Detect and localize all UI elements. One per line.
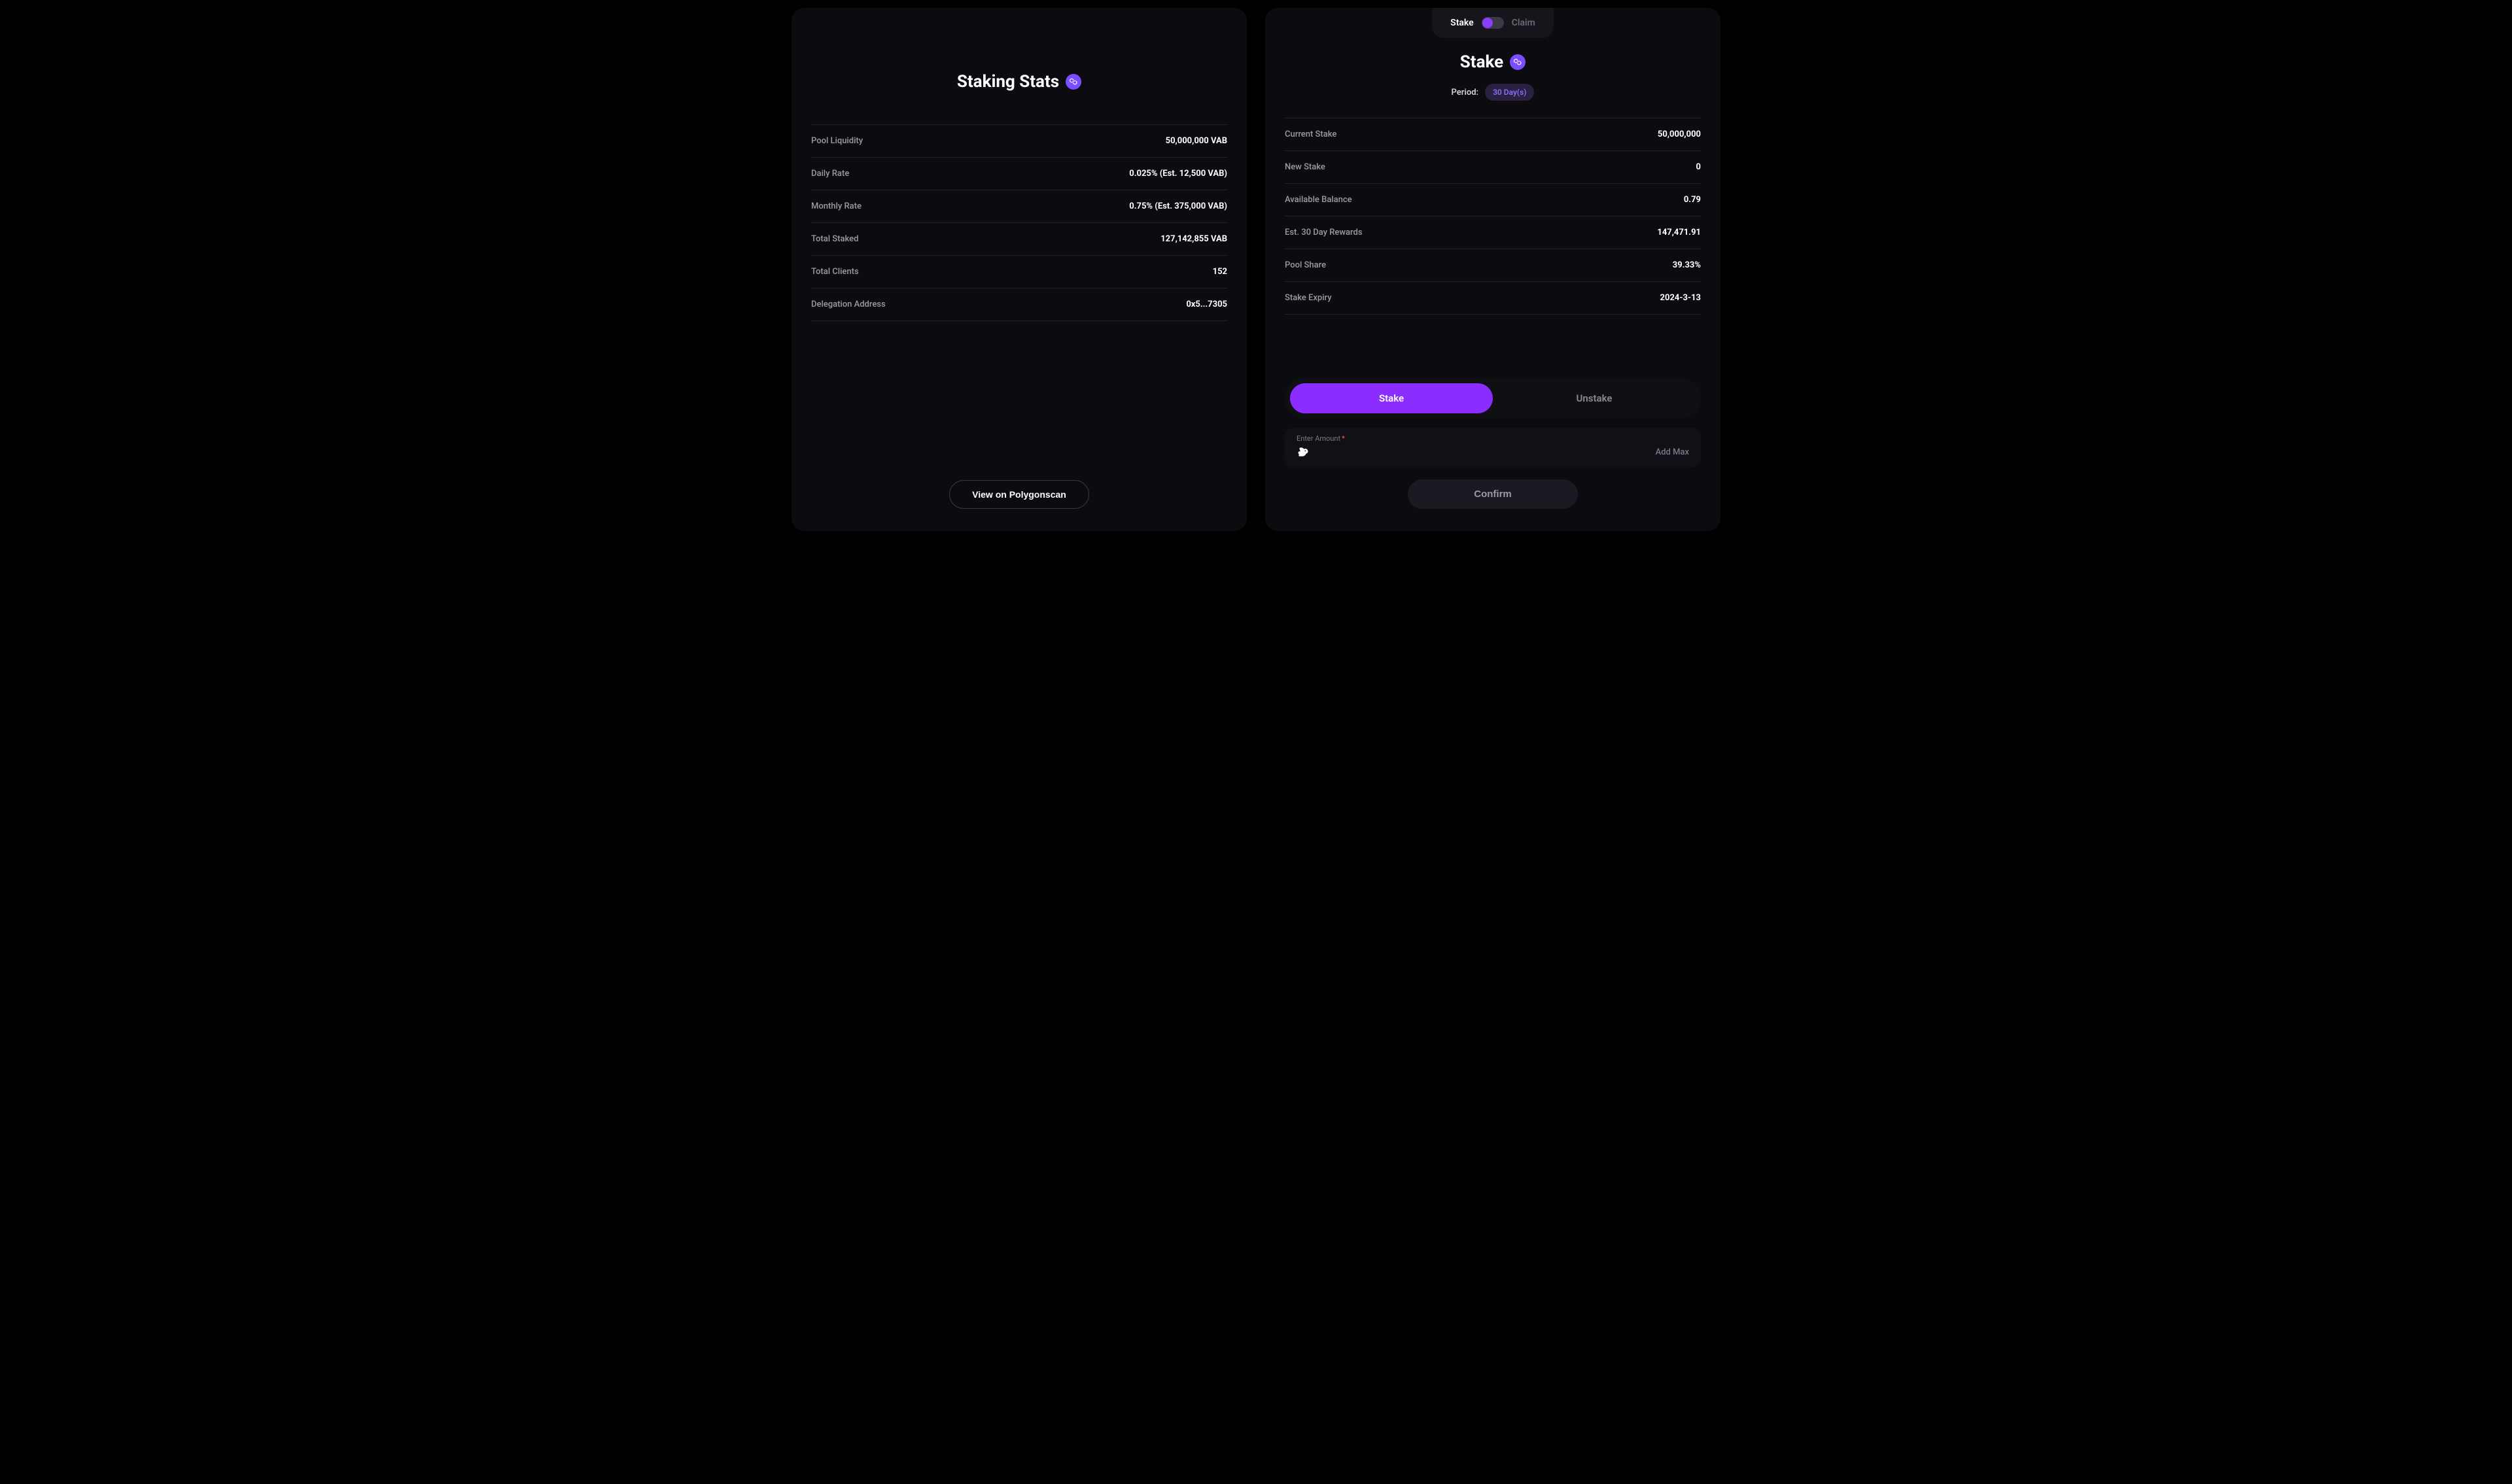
staking-stats-header: Staking Stats <box>811 72 1227 92</box>
stat-label: Delegation Address <box>811 300 886 309</box>
period-row: Period: 30 Day(s) <box>1285 84 1701 101</box>
stat-label: Stake Expiry <box>1285 293 1332 303</box>
stat-value: 2024-3-13 <box>1660 293 1701 303</box>
stat-value: 0 <box>1696 162 1701 172</box>
stat-label: Daily Rate <box>811 169 849 179</box>
stat-row: Total Clients 152 <box>811 256 1227 288</box>
toggle-switch[interactable] <box>1482 17 1504 29</box>
toggle-stake-label[interactable]: Stake <box>1450 18 1474 28</box>
stats-list: Pool Liquidity 50,000,000 VAB Daily Rate 0.… <box>811 125 1227 321</box>
amount-input-label: Enter Amount* <box>1297 434 1689 443</box>
stat-row: New Stake 0 <box>1285 151 1701 184</box>
toggle-claim-label[interactable]: Claim <box>1512 18 1535 28</box>
stat-value: 50,000,000 <box>1658 129 1701 139</box>
stat-value: 50,000,000 VAB <box>1166 136 1227 146</box>
stat-label: Available Balance <box>1285 195 1352 205</box>
staking-stats-panel: Staking Stats Pool Liquidity 50,000,000 V… <box>792 8 1247 531</box>
stat-label: Pool Share <box>1285 260 1326 270</box>
required-asterisk: * <box>1342 434 1345 443</box>
staking-stats-title: Staking Stats <box>957 72 1059 92</box>
stat-row: Available Balance 0.79 <box>1285 184 1701 216</box>
polygon-icon <box>1066 74 1081 90</box>
stat-label: New Stake <box>1285 162 1325 172</box>
stat-value: 152 <box>1213 267 1227 277</box>
stat-row: Monthly Rate 0.75% (Est. 375,000 VAB) <box>811 190 1227 223</box>
stat-row: Delegation Address 0x5...7305 <box>811 288 1227 321</box>
stat-row: Pool Share 39.33% <box>1285 249 1701 282</box>
polygon-icon <box>1510 54 1526 70</box>
stake-claim-toggle-wrap: Stake Claim <box>1285 8 1701 38</box>
stat-value: 0.79 <box>1684 195 1701 205</box>
stat-value: 0.75% (Est. 375,000 VAB) <box>1129 201 1227 211</box>
stat-label: Est. 30 Day Rewards <box>1285 228 1363 237</box>
stat-value: 0.025% (Est. 12,500 VAB) <box>1129 169 1227 179</box>
stat-label: Current Stake <box>1285 129 1336 139</box>
amount-input[interactable] <box>1316 447 1656 458</box>
stake-info-list: Current Stake 50,000,000 New Stake 0 Availab… <box>1285 118 1701 315</box>
period-chip[interactable]: 30 Day(s) <box>1485 84 1534 101</box>
confirm-button[interactable]: Confirm <box>1408 479 1578 509</box>
rabbit-icon <box>1297 445 1310 458</box>
stat-row: Pool Liquidity 50,000,000 VAB <box>811 125 1227 158</box>
add-max-button[interactable]: Add Max <box>1656 447 1689 457</box>
stat-label: Monthly Rate <box>811 201 862 211</box>
tab-unstake[interactable]: Unstake <box>1493 383 1696 413</box>
amount-label-text: Enter Amount <box>1297 434 1340 443</box>
stat-value: 147,471.91 <box>1657 228 1701 237</box>
stat-label: Pool Liquidity <box>811 136 863 146</box>
toggle-knob <box>1482 18 1493 28</box>
period-label: Period: <box>1452 88 1479 97</box>
tab-stake[interactable]: Stake <box>1290 383 1493 413</box>
stat-value: 39.33% <box>1673 260 1701 270</box>
stake-title: Stake <box>1460 52 1503 72</box>
stat-value: 0x5...7305 <box>1186 300 1227 309</box>
stake-header: Stake <box>1285 52 1701 72</box>
stat-row: Daily Rate 0.025% (Est. 12,500 VAB) <box>811 158 1227 190</box>
stake-claim-toggle: Stake Claim <box>1432 8 1554 38</box>
stake-unstake-tabs: Stake Unstake <box>1285 378 1701 419</box>
stake-panel: Stake Claim Stake Period: 30 Day(s) Curr… <box>1265 8 1720 531</box>
view-polygonscan-button[interactable]: View on Polygonscan <box>949 480 1089 509</box>
amount-input-wrap: Enter Amount* Add Max <box>1285 428 1701 468</box>
stat-value: 127,142,855 VAB <box>1160 234 1227 244</box>
stat-row: Total Staked 127,142,855 VAB <box>811 223 1227 256</box>
stat-label: Total Staked <box>811 234 858 244</box>
stat-row: Stake Expiry 2024-3-13 <box>1285 282 1701 315</box>
stat-row: Current Stake 50,000,000 <box>1285 118 1701 151</box>
stat-label: Total Clients <box>811 267 859 277</box>
stat-row: Est. 30 Day Rewards 147,471.91 <box>1285 216 1701 249</box>
